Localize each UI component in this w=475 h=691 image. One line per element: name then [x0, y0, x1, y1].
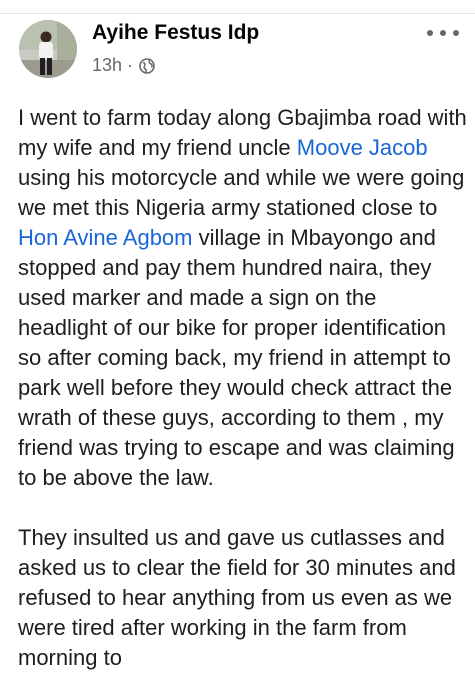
post-body: I went to farm today along Gbajimba road…	[18, 103, 468, 673]
avatar[interactable]	[19, 20, 77, 78]
post-paragraph: I went to farm today along Gbajimba road…	[18, 103, 468, 493]
post-timestamp[interactable]: 13h	[92, 55, 122, 76]
post-text: using his motorcycle and while we were g…	[18, 165, 465, 220]
post-meta: 13h ·	[92, 55, 155, 76]
post-text: village in Mbayongo and stopped and pay …	[18, 225, 455, 490]
mention-hon-avine-agbom[interactable]: Hon Avine Agbom	[18, 225, 193, 250]
more-dot	[453, 30, 459, 36]
post-paragraph: They insulted us and gave us cutlasses a…	[18, 525, 456, 670]
post-header: Ayihe Festus Idp 13h ·	[19, 20, 459, 80]
globe-icon	[139, 57, 155, 74]
mention-moove-jacob[interactable]: Moove Jacob	[297, 135, 428, 160]
paragraph-break	[18, 493, 468, 523]
top-divider	[0, 13, 475, 14]
more-dot	[440, 30, 446, 36]
meta-separator: ·	[127, 55, 134, 75]
author-name[interactable]: Ayihe Festus Idp	[92, 21, 259, 45]
more-options-icon[interactable]	[427, 24, 459, 42]
more-dot	[427, 30, 433, 36]
avatar-photo	[19, 20, 77, 78]
